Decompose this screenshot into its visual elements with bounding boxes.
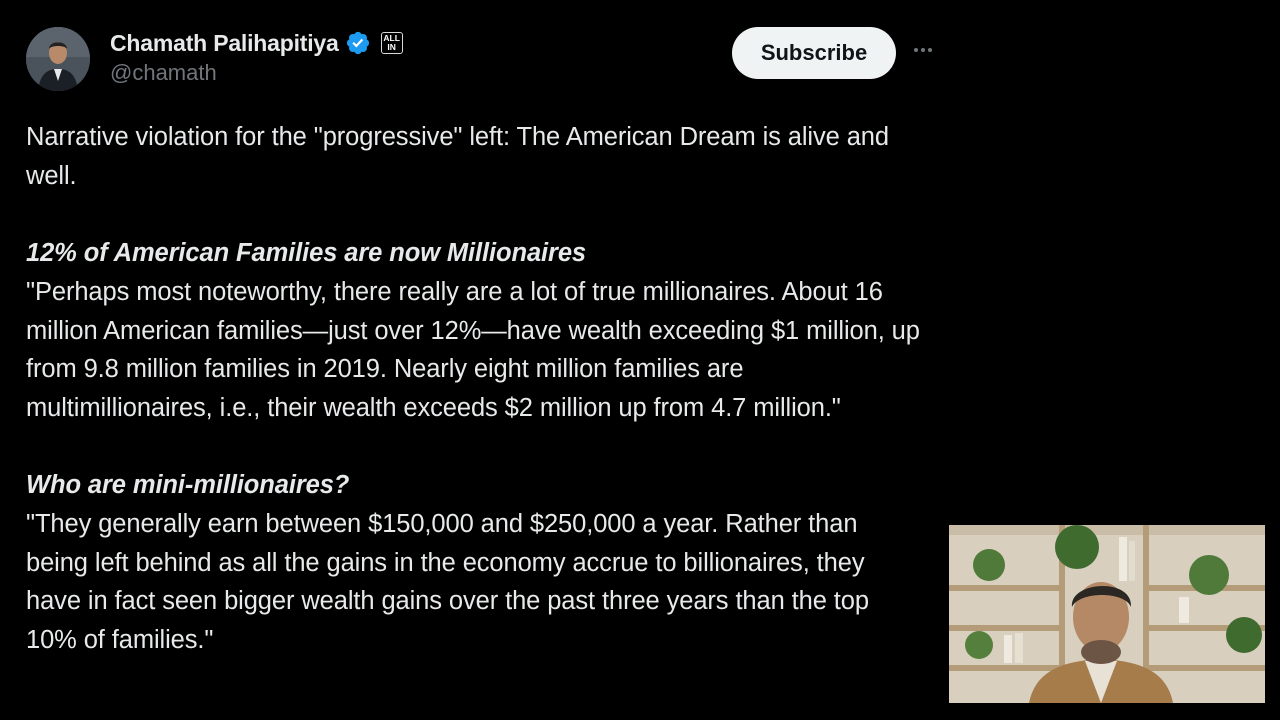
webcam-video[interactable] [949, 525, 1265, 703]
name-row: Chamath Palihapitiya ALL IN [110, 28, 403, 58]
display-name[interactable]: Chamath Palihapitiya [110, 30, 339, 57]
webcam-frame-image [949, 525, 1265, 703]
affiliate-badge-icon[interactable]: ALL IN [380, 32, 403, 54]
more-options-icon[interactable] [908, 38, 938, 68]
user-handle[interactable]: @chamath [110, 60, 403, 86]
subscribe-button[interactable]: Subscribe [732, 27, 896, 79]
avatar[interactable] [26, 27, 90, 91]
avatar-image [26, 27, 90, 91]
author-info: Chamath Palihapitiya ALL IN @chamath [110, 28, 403, 86]
tweet-intro: Narrative violation for the "progressive… [26, 123, 889, 190]
tweet-text: Narrative violation for the "progressive… [26, 118, 946, 660]
verified-badge-icon [345, 30, 371, 56]
section-quote-mini-millionaires: "They generally earn between $150,000 an… [26, 510, 869, 655]
section-heading-mini-millionaires: Who are mini-millionaires? [26, 471, 350, 500]
section-heading-millionaires: 12% of American Families are now Million… [26, 239, 586, 268]
section-quote-millionaires: "Perhaps most noteworthy, there really a… [26, 277, 920, 422]
